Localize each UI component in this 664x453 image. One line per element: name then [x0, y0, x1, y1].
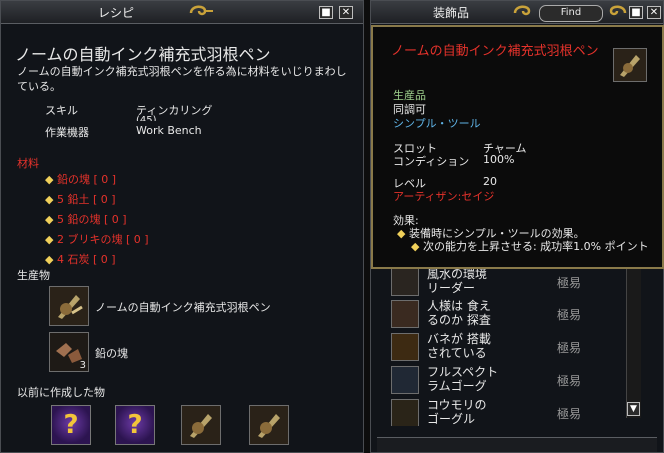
condition-label: コンディション	[393, 155, 470, 168]
quill-pen-icon[interactable]	[181, 405, 221, 445]
device-label: 作業機器	[45, 126, 89, 139]
condition-value: 100%	[483, 153, 515, 166]
material-row: ◆ 5 鉛の塊 [ 0 ]	[45, 213, 127, 226]
device-value: Work Bench	[136, 124, 202, 137]
bullet-icon: ◆	[45, 193, 57, 206]
goggles-icon	[391, 399, 419, 426]
close-button[interactable]: ✕	[647, 6, 661, 19]
minimize-button[interactable]: ■	[319, 6, 333, 19]
level-value: 20	[483, 175, 497, 188]
list-item[interactable]: 人様は 食え るのか 探査 極易	[389, 298, 637, 330]
minimize-button[interactable]: ■	[629, 6, 643, 19]
bottom-frame	[377, 437, 657, 452]
difficulty-rating: 極易	[557, 374, 582, 388]
difficulty-rating: 極易	[557, 341, 582, 355]
find-button[interactable]: Find	[539, 5, 603, 22]
item-tooltip: ノームの自動インク補充式羽根ペン 生産品 同調可 シンプル・ツール スロット チ…	[371, 25, 664, 269]
material-row: ◆ 2 ブリキの塊 [ 0 ]	[45, 233, 149, 246]
ornament-titlebar[interactable]: 装飾品 Find ■ ✕	[371, 1, 663, 24]
list-item[interactable]: コウモリの ゴーグル 極易	[389, 397, 637, 426]
list-item[interactable]: 風水の環境 リーダー 極易	[389, 266, 637, 298]
ore-chunk-icon[interactable]: 3	[49, 332, 89, 372]
boot-icon	[391, 333, 419, 361]
recipe-window: レシピ ■ ✕ ノームの自動インク補充式羽根ペン ノームの自動インク補充式羽根ペ…	[0, 0, 364, 453]
goggles-icon	[391, 366, 419, 394]
difficulty-rating: 極易	[557, 407, 582, 421]
product-name: 鉛の塊	[95, 347, 128, 360]
bullet-icon: ◆	[45, 173, 57, 186]
tooltip-title: ノームの自動インク補充式羽根ペン	[391, 44, 599, 59]
skill-label: スキル	[45, 104, 78, 117]
ornament-list: 風水の環境 リーダー 極易 人様は 食え るのか 探査 極易 バネが 搭載 されている…	[389, 266, 639, 426]
list-item[interactable]: バネが 搭載 されている 極易	[389, 331, 637, 363]
difficulty-rating: 極易	[557, 276, 582, 290]
previous-heading: 以前に作成した物	[17, 386, 105, 399]
materials-list: ◆ 鉛の塊 [ 0 ] ◆ 5 鉛土 [ 0 ] ◆ 5 鉛の塊 [ 0 ] ◆…	[45, 171, 149, 271]
list-item[interactable]: フルスペクト ラムゴーグ 極易	[389, 364, 637, 396]
effect-line: ◆ 次の能力を上昇させる: 成功率1.0% ポイント	[411, 240, 649, 253]
tooltip-tag-type: シンプル・ツール	[393, 117, 481, 130]
skill-value-cut: (45)	[136, 115, 157, 121]
quill-pen-icon[interactable]	[49, 286, 89, 326]
bullet-icon: ◆	[45, 253, 57, 266]
swirl-ornament-icon	[513, 5, 531, 16]
swirl-ornament-icon	[609, 5, 627, 16]
materials-heading: 材料	[17, 157, 39, 170]
bullet-icon: ◆	[45, 213, 57, 226]
scroll-down-button[interactable]: ▼	[627, 402, 640, 416]
bullet-icon: ◆	[411, 240, 423, 253]
products-heading: 生産物	[17, 269, 50, 282]
reader-icon	[391, 268, 419, 296]
swirl-ornament-icon	[189, 5, 213, 16]
scrollbar[interactable]	[626, 266, 641, 418]
recipe-description: ノームの自動インク補充式羽根ペンを作る為に材料をいじりまわしている。	[17, 65, 347, 93]
material-row: ◆ 5 鉛土 [ 0 ]	[45, 193, 116, 206]
question-icon[interactable]: ?	[51, 405, 91, 445]
recipe-item-title: ノームの自動インク補充式羽根ペン	[15, 45, 271, 64]
material-row: ◆ 4 石炭 [ 0 ]	[45, 253, 116, 266]
close-button[interactable]: ✕	[339, 6, 353, 19]
ornament-window-title: 装飾品	[432, 6, 469, 20]
difficulty-rating: 極易	[557, 308, 582, 322]
question-icon[interactable]: ?	[115, 405, 155, 445]
quill-pen-icon	[613, 48, 647, 82]
stack-count: 3	[79, 360, 86, 371]
probe-icon	[391, 300, 419, 328]
bullet-icon: ◆	[397, 227, 409, 240]
product-name: ノームの自動インク補充式羽根ペン	[95, 301, 271, 314]
artisan-line: アーティザン:セイジ	[393, 190, 495, 203]
quill-pen-icon[interactable]	[249, 405, 289, 445]
bullet-icon: ◆	[45, 233, 57, 246]
recipe-titlebar[interactable]: レシピ ■ ✕	[1, 1, 363, 24]
material-row: ◆ 鉛の塊 [ 0 ]	[45, 173, 117, 186]
